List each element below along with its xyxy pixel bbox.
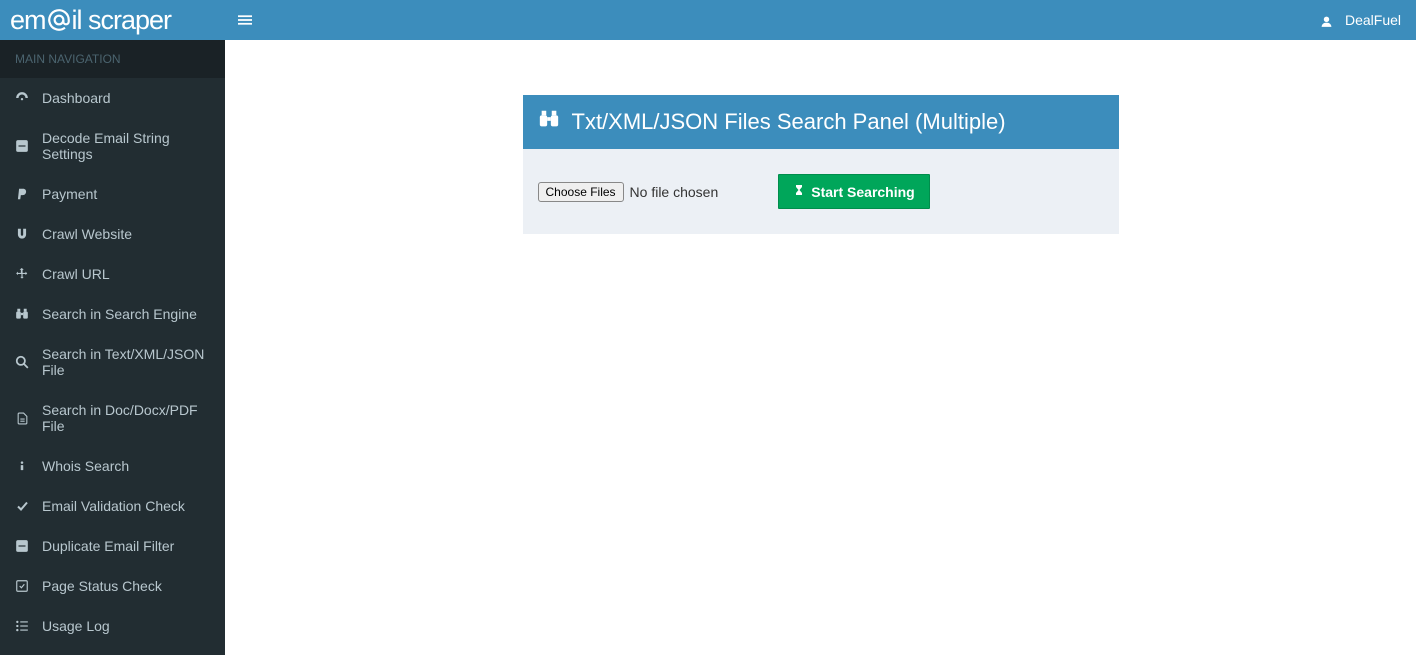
hamburger-toggle[interactable]: [225, 0, 265, 40]
file-status-label: No file chosen: [630, 184, 719, 200]
start-searching-button[interactable]: Start Searching: [778, 174, 929, 209]
username-label: DealFuel: [1345, 12, 1401, 28]
sidebar-item-validation[interactable]: Email Validation Check: [0, 486, 225, 526]
panel-title: Txt/XML/JSON Files Search Panel (Multipl…: [572, 109, 1006, 135]
logo-pre: em: [10, 5, 46, 36]
sidebar-item-label: Usage Log: [42, 618, 110, 634]
sidebar-item-crawl-url[interactable]: Crawl URL: [0, 254, 225, 294]
file-input-group: Choose Files No file chosen: [538, 182, 719, 202]
choose-files-button[interactable]: Choose Files: [538, 182, 624, 202]
sidebar-item-label: Search in Search Engine: [42, 306, 197, 322]
sidebar-item-label: Duplicate Email Filter: [42, 538, 174, 554]
logo-text: em il scraper: [10, 5, 171, 36]
sidebar-item-decode-email[interactable]: Decode Email String Settings: [0, 118, 225, 174]
dashboard-icon: [12, 91, 32, 105]
sidebar-item-payment[interactable]: Payment: [0, 174, 225, 214]
panel-body: Choose Files No file chosen Start Search…: [523, 149, 1119, 234]
binoculars-icon: [12, 307, 32, 321]
sidebar-item-search-text[interactable]: Search in Text/XML/JSON File: [0, 334, 225, 390]
top-header: em il scraper DealFuel: [0, 0, 1416, 40]
sidebar-heading: MAIN NAVIGATION: [0, 40, 225, 78]
sidebar: MAIN NAVIGATION Dashboard Decode Email S…: [0, 40, 225, 655]
sidebar-item-label: Dashboard: [42, 90, 111, 106]
file-text-icon: [12, 411, 32, 426]
binoculars-icon: [538, 108, 560, 136]
sidebar-item-label: Whois Search: [42, 458, 129, 474]
user-menu[interactable]: DealFuel: [1320, 12, 1416, 28]
sidebar-item-page-status[interactable]: Page Status Check: [0, 566, 225, 606]
hourglass-icon: [793, 183, 805, 200]
panel-header: Txt/XML/JSON Files Search Panel (Multipl…: [523, 95, 1119, 149]
user-icon: [1320, 12, 1333, 28]
sidebar-item-label: Search in Text/XML/JSON File: [42, 346, 213, 378]
minus-square-icon: [12, 539, 32, 553]
sidebar-item-whois[interactable]: Whois Search: [0, 446, 225, 486]
sidebar-item-dashboard[interactable]: Dashboard: [0, 78, 225, 118]
search-icon: [12, 355, 32, 369]
sidebar-item-label: Crawl Website: [42, 226, 132, 242]
sidebar-item-search-doc[interactable]: Search in Doc/Docx/PDF File: [0, 390, 225, 446]
sidebar-item-label: Page Status Check: [42, 578, 162, 594]
logo-post: il scraper: [72, 5, 172, 36]
main-content: Txt/XML/JSON Files Search Panel (Multipl…: [225, 40, 1416, 655]
check-icon: [12, 500, 32, 512]
arrows-icon: [12, 267, 32, 281]
sidebar-item-label: Crawl URL: [42, 266, 110, 282]
paypal-icon: [12, 186, 32, 202]
sidebar-item-label: Email Validation Check: [42, 498, 185, 514]
sidebar-item-search-engine[interactable]: Search in Search Engine: [0, 294, 225, 334]
check-square-icon: [12, 579, 32, 593]
sidebar-item-label: Search in Doc/Docx/PDF File: [42, 402, 213, 434]
list-icon: [12, 619, 32, 633]
logo-area[interactable]: em il scraper: [0, 0, 225, 40]
at-icon: [46, 7, 72, 33]
sidebar-item-duplicate[interactable]: Duplicate Email Filter: [0, 526, 225, 566]
info-icon: [12, 458, 32, 474]
magnet-icon: [12, 227, 32, 241]
sidebar-item-label: Payment: [42, 186, 97, 202]
sidebar-item-usage-log[interactable]: Usage Log: [0, 606, 225, 646]
sidebar-item-label: Decode Email String Settings: [42, 130, 213, 162]
minus-square-icon: [12, 139, 32, 153]
sidebar-item-crawl-website[interactable]: Crawl Website: [0, 214, 225, 254]
search-panel: Txt/XML/JSON Files Search Panel (Multipl…: [523, 95, 1119, 234]
start-btn-label: Start Searching: [811, 184, 914, 200]
